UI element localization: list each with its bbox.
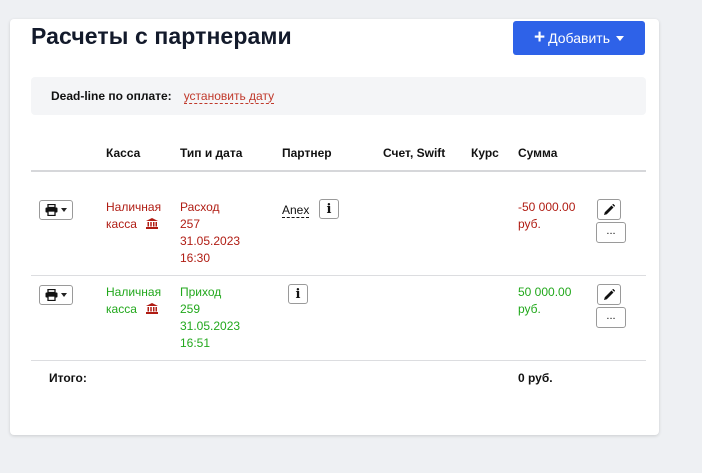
printer-icon <box>45 204 58 216</box>
partner-info-button[interactable]: i <box>288 284 308 304</box>
kassa-name: Наличная <box>106 200 162 214</box>
info-icon: i <box>326 201 332 217</box>
more-button[interactable]: ... <box>596 222 626 243</box>
more-button[interactable]: ... <box>596 307 626 328</box>
total-value: 0 руб. <box>518 371 553 385</box>
total-label: Итого: <box>49 371 87 385</box>
print-button[interactable] <box>39 285 73 305</box>
kassa-cell: Наличная касса <box>106 199 161 233</box>
column-header-type-date: Тип и дата <box>180 146 243 160</box>
pencil-icon <box>604 288 615 300</box>
edit-button[interactable] <box>597 199 621 220</box>
amount-currency: руб. <box>518 217 541 231</box>
column-header-amount: Сумма <box>518 146 558 160</box>
printer-icon <box>45 289 58 301</box>
bank-icon <box>146 218 159 229</box>
column-header-kassa: Касса <box>106 146 141 160</box>
table-row: Наличная касса Приход 259 31.05.2023 16:… <box>31 284 646 360</box>
deadline-label: Dead-line по оплате: <box>51 89 172 103</box>
page-title: Расчеты с партнерами <box>31 23 292 49</box>
operation-time: 16:51 <box>180 336 211 350</box>
partner-info-button[interactable]: i <box>319 199 339 219</box>
set-date-link[interactable]: установить дату <box>183 89 275 104</box>
info-icon: i <box>295 286 301 302</box>
operation-date: 31.05.2023 <box>180 234 241 248</box>
amount-currency: руб. <box>518 302 541 316</box>
type-date-cell: Приход 259 31.05.2023 16:51 <box>180 284 240 352</box>
operation-time: 16:30 <box>180 251 211 265</box>
operation-type: Приход <box>180 285 222 299</box>
deadline-bar: Dead-line по оплате: установить дату <box>31 77 646 115</box>
amount-value: -50 000.00 <box>518 200 576 214</box>
edit-button[interactable] <box>597 284 621 305</box>
kassa-name: Наличная <box>106 285 162 299</box>
amount-value: 50 000.00 <box>518 285 572 299</box>
table-row: Наличная касса Расход 257 31.05.2023 16:… <box>31 199 646 275</box>
operation-number: 259 <box>180 302 201 316</box>
kassa-type: касса <box>106 302 137 316</box>
add-button[interactable]: + Добавить <box>513 21 645 55</box>
amount-cell: -50 000.00 руб. <box>518 199 575 233</box>
operation-number: 257 <box>180 217 201 231</box>
chevron-down-icon <box>61 208 67 212</box>
partner-link[interactable]: Anex <box>282 203 310 218</box>
type-date-cell: Расход 257 31.05.2023 16:30 <box>180 199 240 267</box>
add-button-label: Добавить <box>548 30 610 46</box>
operation-date: 31.05.2023 <box>180 319 241 333</box>
amount-cell: 50 000.00 руб. <box>518 284 571 318</box>
kassa-type: касса <box>106 217 137 231</box>
print-button[interactable] <box>39 200 73 220</box>
pencil-icon <box>604 203 615 215</box>
column-header-partner: Партнер <box>282 146 332 160</box>
kassa-cell: Наличная касса <box>106 284 161 318</box>
table-header-divider <box>31 170 646 172</box>
row-divider <box>31 360 646 361</box>
column-header-account-swift: Счет, Swift <box>383 146 446 160</box>
row-divider <box>31 275 646 276</box>
plus-icon: + <box>534 26 546 48</box>
bank-icon <box>146 303 159 314</box>
chevron-down-icon <box>615 35 624 41</box>
chevron-down-icon <box>61 293 67 297</box>
operation-type: Расход <box>180 200 220 214</box>
partner-cell: Anex <box>282 202 310 219</box>
column-header-rate: Курс <box>471 146 499 160</box>
